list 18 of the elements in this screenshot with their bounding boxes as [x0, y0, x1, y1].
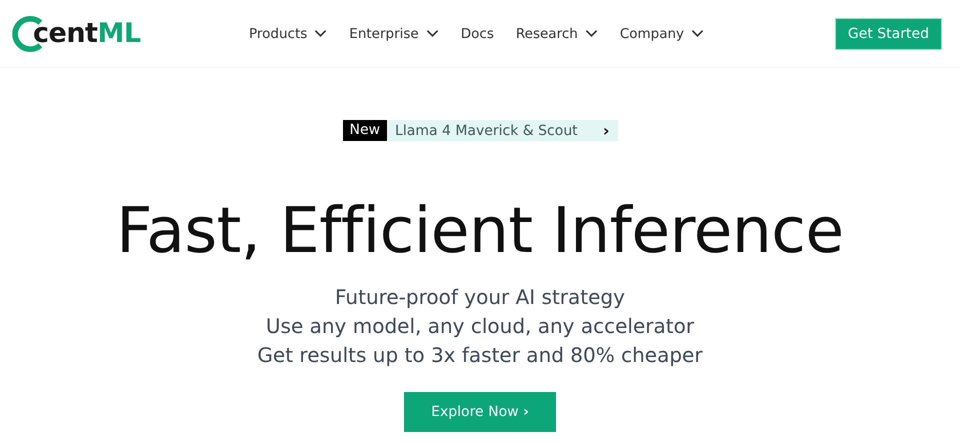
- hero-title: Fast, Efficient Inference: [116, 193, 844, 269]
- announcement-text: Llama 4 Maverick & Scout: [395, 122, 578, 138]
- subtitle-line: Use any model, any cloud, any accelerator: [266, 313, 694, 340]
- nav-link[interactable]: Research: [516, 26, 598, 42]
- nav-link[interactable]: Company: [620, 26, 704, 42]
- new-badge: New: [342, 120, 388, 141]
- subtitle-line: Future-proof your AI strategy: [335, 284, 625, 311]
- nav-link[interactable]: Enterprise: [349, 26, 439, 42]
- announcement-link[interactable]: New Llama 4 Maverick & Scout ›: [342, 120, 618, 141]
- nav-link[interactable]: Docs: [460, 26, 494, 42]
- subtitle-line: Get results up to 3x faster and 80% cheaper: [257, 342, 703, 369]
- chevron-down-icon: [426, 29, 439, 38]
- nav-link[interactable]: Products: [249, 26, 328, 42]
- chevron-right-icon: ›: [602, 121, 610, 140]
- chevron-down-icon: [584, 29, 598, 38]
- logo[interactable]: centML: [9, 14, 229, 52]
- chevron-down-icon: [691, 29, 704, 38]
- chevron-down-icon: [314, 29, 328, 38]
